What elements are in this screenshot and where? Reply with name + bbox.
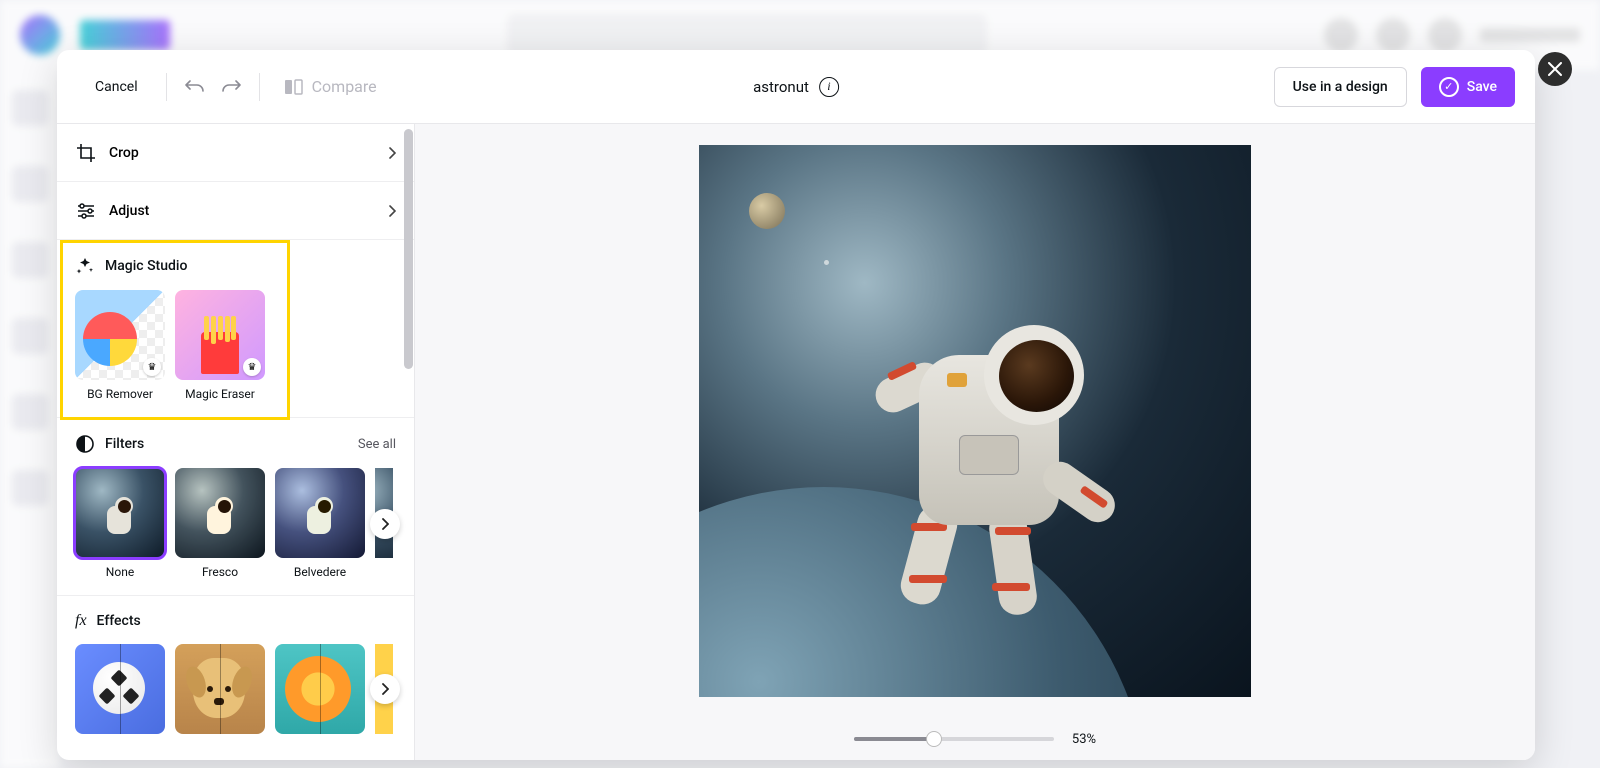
filter-fresco-label: Fresco [202,565,238,579]
title-text[interactable]: astronut [753,78,809,96]
main-image[interactable] [699,145,1251,697]
compare-button[interactable]: Compare [284,77,377,96]
crown-icon: ♛ [143,358,161,376]
check-icon: ✓ [1439,77,1459,97]
adjust-icon [75,200,97,222]
crop-label: Crop [109,145,139,161]
cancel-button[interactable]: Cancel [77,79,156,95]
effect-shadows-thumb [75,644,165,734]
adjust-row[interactable]: Adjust [57,182,414,240]
filters-next-button[interactable] [370,509,400,539]
filter-belvedere-label: Belvedere [294,565,346,579]
crop-row[interactable]: Crop [57,124,414,182]
magic-eraser-thumb: ♛ [175,290,265,380]
filter-fresco-thumb [175,468,265,558]
chevron-right-icon [388,205,396,217]
effect-autofocus-thumb [175,644,265,734]
filters-see-all[interactable]: See all [358,437,396,452]
crown-icon: ♛ [243,358,261,376]
effect-autofocus[interactable] [175,644,265,734]
star [824,260,829,265]
image-title: astronut i [753,77,839,97]
effects-section: fx Effects [57,596,414,750]
zoom-value: 53% [1072,732,1096,747]
effect-blur-thumb [275,644,365,734]
bg-remover-tool[interactable]: ♛ BG Remover [75,290,165,401]
canvas-area: 53% [415,124,1535,760]
filters-title: Filters [105,436,144,452]
filter-none[interactable]: None [75,468,165,579]
chevron-right-icon [388,147,396,159]
use-in-design-button[interactable]: Use in a design [1274,67,1407,107]
effects-title: Effects [97,613,141,629]
crop-icon [75,142,97,164]
zoom-slider[interactable] [854,737,1054,741]
zoom-handle[interactable] [926,731,942,747]
info-icon[interactable]: i [819,77,839,97]
save-button[interactable]: ✓ Save [1421,67,1515,107]
sidebar-scrollbar[interactable] [404,129,413,369]
effect-shadows[interactable] [75,644,165,734]
divider [259,73,260,101]
filter-none-label: None [106,565,134,579]
filters-section: Filters See all None Fresco [57,418,414,596]
zoom-control: 53% [415,718,1535,760]
redo-button[interactable] [217,73,245,101]
magic-studio-icon [75,256,95,276]
close-modal-button[interactable] [1538,52,1572,86]
bg-remover-thumb: ♛ [75,290,165,380]
bg-remover-label: BG Remover [87,387,153,401]
edit-image-modal: Cancel Compare astronut i Use in a desig… [57,50,1535,760]
modal-header: Cancel Compare astronut i Use in a desig… [57,50,1535,124]
save-label: Save [1467,79,1497,95]
edit-sidebar: Crop Adjust Magic Stu [57,124,415,760]
magic-eraser-label: Magic Eraser [185,387,255,401]
compare-label: Compare [312,77,377,96]
filter-none-thumb [75,468,165,558]
magic-eraser-tool[interactable]: ♛ Magic Eraser [175,290,265,401]
filter-belvedere-thumb [275,468,365,558]
magic-studio-section: Magic Studio ♛ BG Remover [57,240,414,418]
filter-belvedere[interactable]: Belvedere [275,468,365,579]
filter-fresco[interactable]: Fresco [175,468,265,579]
effects-icon: fx [75,612,87,630]
effect-blur[interactable] [275,644,365,734]
divider [166,73,167,101]
adjust-label: Adjust [109,203,149,219]
moon [749,193,785,229]
effects-next-button[interactable] [370,674,400,704]
filters-icon [75,434,95,454]
undo-button[interactable] [181,73,209,101]
astronaut [829,275,1149,615]
magic-studio-title: Magic Studio [105,258,187,274]
compare-icon [284,78,304,96]
